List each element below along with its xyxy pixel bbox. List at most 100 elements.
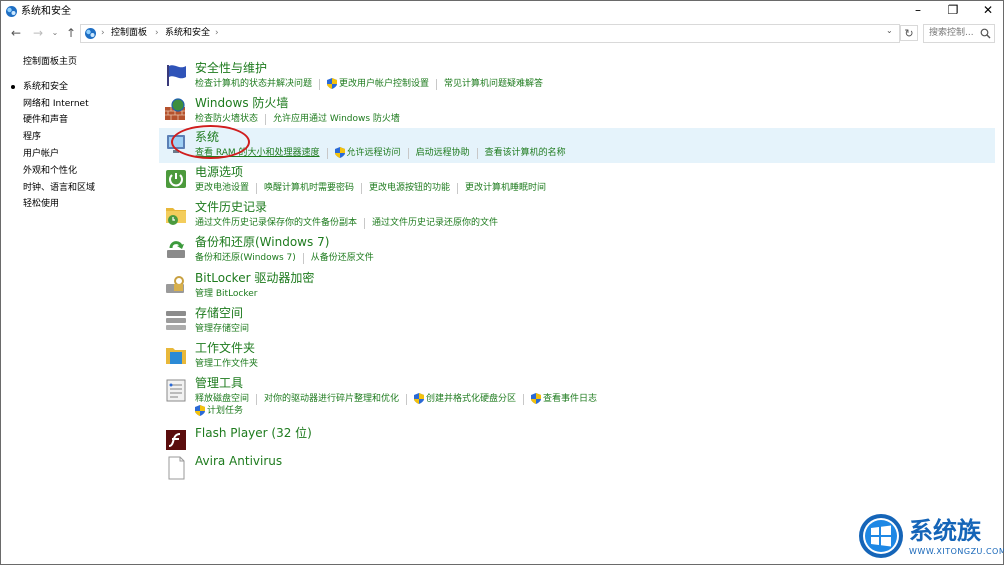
address-dropdown-button[interactable]: ⌄ (886, 26, 893, 35)
category-system: 系统 查看 RAM 的大小和处理器速度 允许远程访问 启动远程协助 查看该计算机的名称 (159, 128, 995, 163)
work-folders-icon (166, 348, 186, 364)
category-links: 更改电池设置 唤醒计算机时需要密码 更改电源按钮的功能 更改计算机睡眠时间 (195, 182, 546, 194)
link-allow-app[interactable]: 允许应用通过 Windows 防火墙 (273, 113, 400, 125)
minimize-button[interactable]: – (901, 1, 935, 21)
sidebar-item-network[interactable]: 网络和 Internet (23, 98, 89, 110)
category-title[interactable]: 工作文件夹 (195, 341, 255, 356)
bitlocker-icon (166, 276, 184, 293)
category-title[interactable]: 管理工具 (195, 376, 243, 391)
link-remote-assistance[interactable]: 启动远程协助 (416, 147, 470, 159)
link-uac-settings[interactable]: 更改用户帐户控制设置 (339, 78, 429, 90)
link-manage-bitlocker[interactable]: 管理 BitLocker (195, 288, 258, 300)
sidebar-item-programs[interactable]: 程序 (23, 131, 41, 143)
link-firewall-status[interactable]: 检查防火墙状态 (195, 113, 258, 125)
category-backup-restore: 备份和还原(Windows 7) 备份和还原(Windows 7) 从备份还原文件 (159, 233, 995, 268)
link-backup-files[interactable]: 通过文件历史记录保存你的文件备份副本 (195, 217, 357, 229)
category-title[interactable]: Flash Player (32 位) (195, 426, 312, 441)
breadcrumb-control-panel[interactable]: 控制面板 (111, 27, 147, 40)
link-restore-files[interactable]: 通过文件历史记录还原你的文件 (372, 217, 498, 229)
flash-icon (166, 430, 186, 450)
title-bar[interactable]: 系统和安全 – ❐ ✕ (1, 1, 1003, 23)
breadcrumb-separator[interactable]: › (155, 27, 159, 40)
category-title[interactable]: Windows 防火墙 (195, 96, 288, 111)
link-remote-access[interactable]: 允许远程访问 (347, 147, 401, 159)
file-history-icon (166, 208, 186, 225)
link-scheduled-tasks[interactable]: 计划任务 (207, 405, 243, 417)
selected-bullet (11, 85, 15, 89)
link-disk-cleanup[interactable]: 释放磁盘空间 (195, 393, 249, 405)
category-work-folders: 工作文件夹 管理工作文件夹 (159, 339, 995, 374)
link-check-status[interactable]: 检查计算机的状态并解决问题 (195, 78, 312, 90)
category-storage-spaces: 存储空间 管理存储空间 (159, 304, 995, 339)
link-partition[interactable]: 创建并格式化硬盘分区 (426, 393, 516, 405)
category-links: 通过文件历史记录保存你的文件备份副本 通过文件历史记录还原你的文件 (195, 217, 498, 229)
flag-icon (167, 65, 186, 86)
category-title[interactable]: BitLocker 驱动器加密 (195, 271, 314, 286)
sidebar-item-hardware[interactable]: 硬件和声音 (23, 114, 68, 126)
breadcrumb-separator[interactable]: › (101, 27, 105, 40)
sidebar-item-clock-region[interactable]: 时钟、语言和区域 (23, 182, 95, 194)
windows-logo-icon (859, 514, 903, 558)
firewall-icon (165, 98, 185, 120)
maximize-button[interactable]: ❐ (936, 1, 970, 21)
control-panel-window: 系统和安全 – ❐ ✕ ← → ⌄ ↑ › 控制面板 › 系统和安全 › ⌄ ↻… (0, 0, 1004, 565)
search-input[interactable]: 搜索控制... (923, 24, 995, 43)
category-title[interactable]: 安全性与维护 (195, 61, 267, 76)
link-defragment[interactable]: 对你的驱动器进行碎片整理和优化 (264, 393, 399, 405)
uac-shield-icon (327, 78, 338, 89)
sidebar: 控制面板主页 系统和安全 网络和 Internet 硬件和声音 程序 用户帐户 … (1, 45, 151, 565)
sidebar-item-appearance[interactable]: 外观和个性化 (23, 165, 77, 177)
close-button[interactable]: ✕ (971, 1, 1004, 21)
category-title[interactable]: 备份和还原(Windows 7) (195, 235, 329, 250)
category-security-maintenance: 安全性与维护 检查计算机的状态并解决问题 更改用户帐户控制设置 常见计算机问题疑难解… (159, 59, 995, 94)
link-computer-name[interactable]: 查看该计算机的名称 (485, 147, 566, 159)
category-links: 释放磁盘空间 对你的驱动器进行碎片整理和优化 创建并格式化硬盘分区 查看事件日志 (195, 393, 597, 405)
category-links: 检查防火墙状态 允许应用通过 Windows 防火墙 (195, 113, 400, 125)
link-backup-restore-win7[interactable]: 备份和还原(Windows 7) (195, 252, 296, 264)
search-icon[interactable] (980, 28, 991, 39)
power-icon (166, 170, 186, 188)
sidebar-item-system-security[interactable]: 系统和安全 (23, 81, 68, 93)
link-troubleshoot[interactable]: 常见计算机问题疑难解答 (444, 78, 543, 90)
up-button[interactable]: ↑ (63, 25, 79, 41)
uac-shield-icon (531, 393, 542, 404)
link-manage-work-folders[interactable]: 管理工作文件夹 (195, 358, 258, 370)
category-windows-firewall: Windows 防火墙 检查防火墙状态 允许应用通过 Windows 防火墙 (159, 94, 995, 129)
link-manage-storage[interactable]: 管理存储空间 (195, 323, 249, 335)
uac-shield-icon (195, 405, 205, 416)
recent-locations-button[interactable]: ⌄ (47, 25, 63, 41)
blank-document-icon (168, 456, 185, 480)
category-links: 管理 BitLocker (195, 288, 258, 300)
link-sleep-time[interactable]: 更改计算机睡眠时间 (465, 182, 546, 194)
link-power-button[interactable]: 更改电源按钮的功能 (369, 182, 450, 194)
uac-shield-icon (334, 147, 345, 158)
category-title[interactable]: 文件历史记录 (195, 200, 267, 215)
link-battery-settings[interactable]: 更改电池设置 (195, 182, 249, 194)
breadcrumb-system-security[interactable]: 系统和安全 (165, 27, 210, 40)
sidebar-item-user-accounts[interactable]: 用户帐户 (23, 148, 59, 160)
navigation-bar: ← → ⌄ ↑ › 控制面板 › 系统和安全 › ⌄ ↻ 搜索控制... (1, 23, 1003, 45)
link-event-log[interactable]: 查看事件日志 (543, 393, 597, 405)
category-power-options: 电源选项 更改电池设置 唤醒计算机时需要密码 更改电源按钮的功能 更改计算机睡眠时间 (159, 163, 995, 198)
link-restore-from-backup[interactable]: 从备份还原文件 (311, 252, 374, 264)
link-wake-password[interactable]: 唤醒计算机时需要密码 (264, 182, 354, 194)
window-title: 系统和安全 (21, 6, 71, 17)
category-links: 管理存储空间 (195, 323, 249, 335)
category-links-row2: 计划任务 (195, 405, 243, 417)
forward-button[interactable]: → (30, 25, 46, 41)
back-button[interactable]: ← (8, 25, 24, 41)
breadcrumb-separator[interactable]: › (215, 27, 219, 40)
refresh-button[interactable]: ↻ (900, 25, 918, 41)
sidebar-item-home[interactable]: 控制面板主页 (23, 56, 77, 68)
backup-icon (167, 241, 185, 258)
category-title[interactable]: 存储空间 (195, 306, 243, 321)
sidebar-item-ease-of-access[interactable]: 轻松使用 (23, 198, 59, 210)
watermark: 系统族 WWW.XITONGZU.COM (847, 506, 1004, 566)
category-title[interactable]: 电源选项 (195, 165, 243, 180)
address-bar[interactable]: › 控制面板 › 系统和安全 › ⌄ (80, 24, 900, 43)
category-links: 管理工作文件夹 (195, 358, 258, 370)
control-panel-icon (6, 6, 17, 17)
search-placeholder: 搜索控制... (929, 28, 974, 38)
uac-shield-icon (414, 393, 425, 404)
category-title[interactable]: Avira Antivirus (195, 454, 282, 469)
